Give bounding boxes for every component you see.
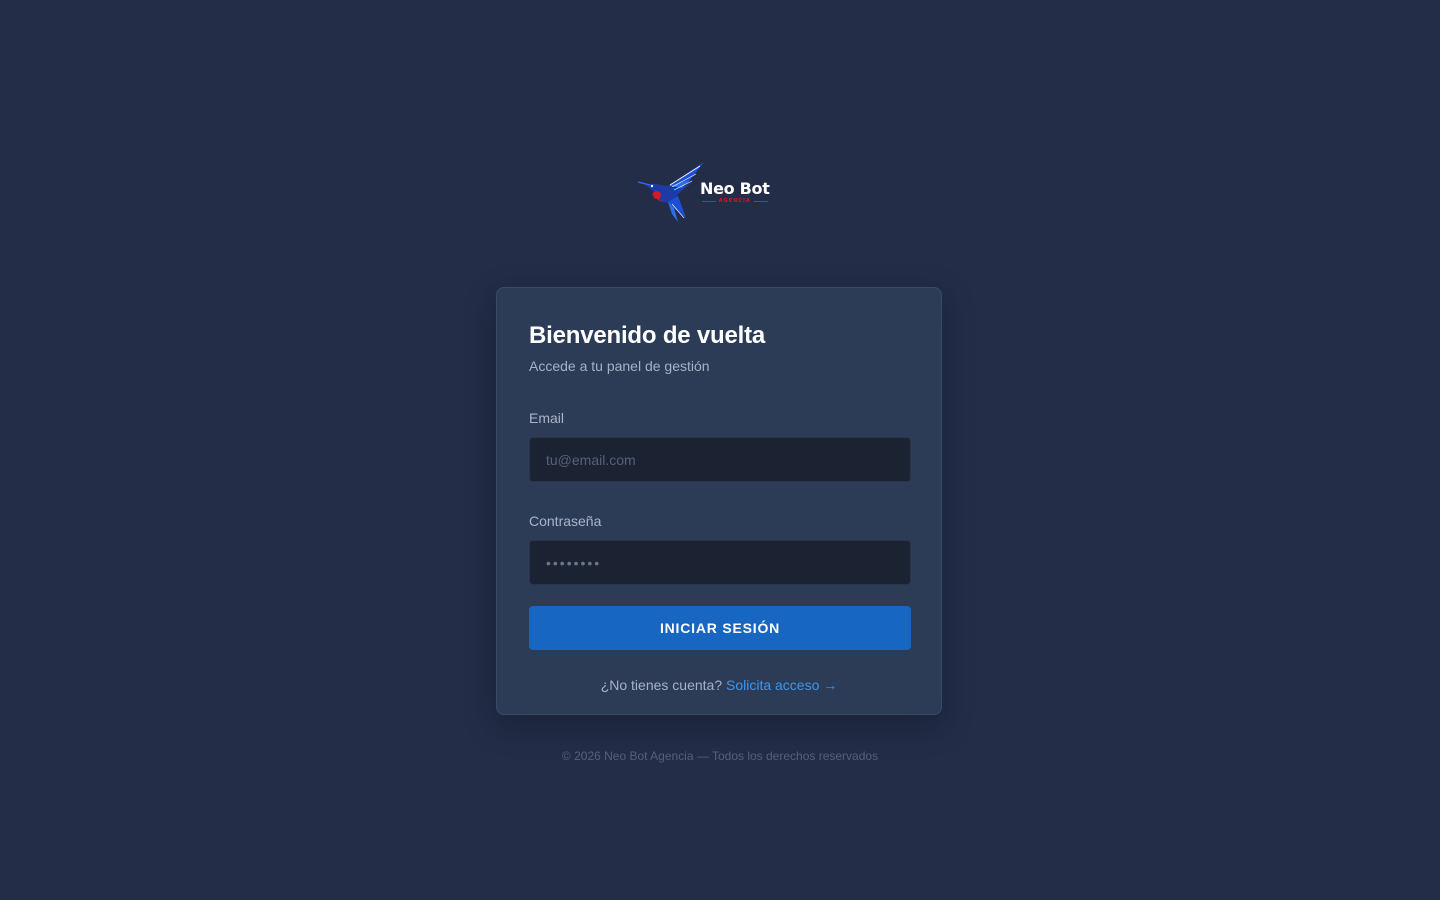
- tagline-divider-right: [753, 200, 768, 202]
- password-field[interactable]: [529, 540, 911, 585]
- brand-tagline-row: AGENCIA: [701, 198, 768, 204]
- login-title: Bienvenido de vuelta: [529, 322, 766, 349]
- signup-prompt: ¿No tienes cuenta?: [600, 677, 726, 693]
- login-card: Bienvenido de vuelta Accede a tu panel d…: [496, 287, 942, 715]
- request-access-link[interactable]: Solicita acceso →: [726, 677, 837, 693]
- brand-name: Neo Bot: [700, 179, 770, 198]
- signup-row: ¿No tienes cuenta? Solicita acceso →: [529, 676, 909, 694]
- hummingbird-logo-icon: [638, 162, 704, 222]
- brand-wordmark: Neo Bot AGENCIA: [700, 179, 770, 205]
- email-label: Email: [529, 410, 565, 426]
- password-label: Contraseña: [529, 513, 602, 529]
- email-field[interactable]: [529, 437, 911, 482]
- brand-logo: Neo Bot AGENCIA: [638, 158, 786, 224]
- login-subtitle: Accede a tu panel de gestión: [529, 358, 710, 374]
- tagline-divider-left: [701, 200, 716, 202]
- login-button[interactable]: INICIAR SESIÓN: [529, 606, 911, 650]
- footer-copyright: © 2026 Neo Bot Agencia — Todos los derec…: [561, 749, 879, 763]
- login-page: Neo Bot AGENCIA Bienvenido de vuelta Acc…: [0, 0, 1440, 900]
- brand-tagline: AGENCIA: [718, 198, 751, 204]
